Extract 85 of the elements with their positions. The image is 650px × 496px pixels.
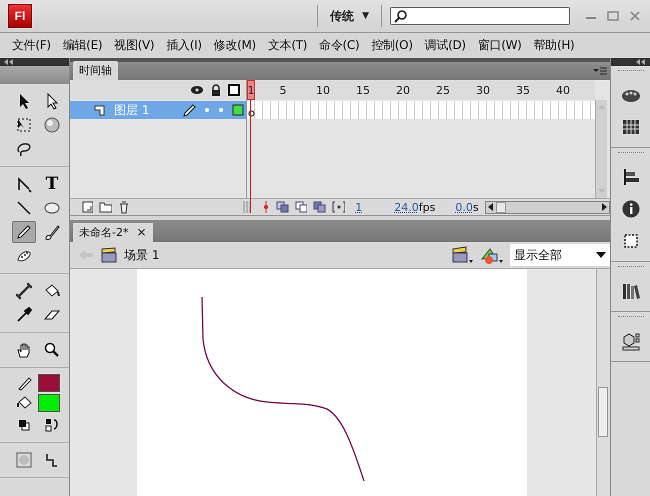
fill-color-swatch[interactable] bbox=[38, 394, 60, 412]
frame-number: 25 bbox=[436, 84, 450, 96]
edit-frames-icon[interactable] bbox=[313, 201, 326, 213]
scroll-thumb[interactable] bbox=[598, 387, 608, 437]
splitter-handle[interactable] bbox=[242, 201, 250, 213]
panel-header-bar bbox=[0, 66, 69, 84]
timeline-tab[interactable]: 时间轴 bbox=[73, 61, 118, 80]
brush-icon bbox=[43, 223, 61, 241]
frame-rate[interactable]: 24.0 bbox=[394, 200, 419, 214]
frame-number: 5 bbox=[280, 84, 286, 96]
dot-icon bbox=[204, 107, 210, 113]
onion-skin-icon[interactable] bbox=[276, 201, 289, 213]
menu-item[interactable]: 帮助(H) bbox=[534, 37, 574, 54]
search-field[interactable] bbox=[390, 7, 570, 25]
elapsed-time-unit: s bbox=[472, 200, 479, 214]
onion-outline-icon[interactable] bbox=[294, 201, 308, 213]
info-panel-icon[interactable] bbox=[620, 199, 640, 219]
lasso-icon bbox=[15, 140, 33, 158]
line-icon bbox=[15, 199, 33, 217]
frame-number: 15 bbox=[356, 84, 370, 96]
outline-color-icon bbox=[232, 104, 244, 116]
components-panel-icon[interactable] bbox=[620, 331, 640, 351]
pencil-icon bbox=[15, 223, 33, 241]
document-tab[interactable]: 未命名-2* × bbox=[73, 223, 153, 242]
scroll-left-icon[interactable] bbox=[486, 202, 496, 212]
object-drawing-icon bbox=[15, 451, 33, 469]
scrollbar[interactable] bbox=[484, 200, 610, 214]
center-frame-icon[interactable] bbox=[262, 201, 270, 213]
menu-item[interactable]: 命令(C) bbox=[319, 37, 360, 54]
frame-rate-unit: fps bbox=[418, 200, 436, 214]
outline-icon[interactable] bbox=[228, 84, 240, 96]
menu-item[interactable]: 修改(M) bbox=[214, 37, 256, 54]
menu-item[interactable]: 控制(O) bbox=[371, 37, 413, 54]
onion-markers-icon[interactable] bbox=[332, 201, 346, 213]
document-title: 未命名-2* bbox=[79, 225, 128, 240]
bone-icon bbox=[15, 282, 33, 300]
library-panel-icon[interactable] bbox=[620, 281, 640, 301]
frame-number: 20 bbox=[396, 84, 410, 96]
pencil-icon bbox=[182, 103, 196, 117]
clapperboard-icon bbox=[100, 247, 118, 263]
eyedropper-icon bbox=[15, 306, 33, 324]
lock-icon[interactable] bbox=[210, 84, 222, 96]
scrollbar[interactable] bbox=[596, 269, 610, 496]
frame-number: 40 bbox=[556, 84, 570, 96]
elapsed-time: 0.0 bbox=[455, 200, 473, 214]
menu-item[interactable]: 文件(F) bbox=[12, 37, 51, 54]
free-transform-icon bbox=[15, 116, 33, 134]
scroll-right-icon[interactable] bbox=[599, 202, 609, 212]
workspace-switcher[interactable]: 传统 ▼ bbox=[326, 8, 373, 24]
layer-name: 图层 1 bbox=[114, 102, 150, 118]
current-frame[interactable]: 1 bbox=[355, 200, 362, 214]
rotation-3d-icon bbox=[43, 116, 61, 134]
zoom-dropdown[interactable]: 显示全部 bbox=[510, 244, 610, 266]
panel-menu-icon[interactable] bbox=[593, 67, 607, 75]
playhead[interactable]: 1 bbox=[247, 80, 255, 100]
caret-icon bbox=[596, 252, 606, 258]
maximize-icon[interactable] bbox=[606, 9, 620, 23]
edit-scene-icon[interactable] bbox=[452, 246, 474, 264]
close-icon[interactable] bbox=[628, 9, 642, 23]
trash-icon[interactable] bbox=[118, 200, 129, 214]
menu-item[interactable]: 窗口(W) bbox=[478, 37, 522, 54]
stroke-color-swatch[interactable] bbox=[38, 374, 60, 392]
pencil-tool[interactable] bbox=[12, 221, 36, 243]
menu-item[interactable]: 调试(D) bbox=[424, 37, 466, 54]
swatches-panel-icon[interactable] bbox=[620, 117, 640, 137]
dot-icon bbox=[218, 107, 224, 113]
frame-number: 10 bbox=[316, 84, 330, 96]
app-logo: Fl bbox=[8, 4, 32, 28]
text-tool[interactable]: T bbox=[40, 173, 64, 195]
scene-name[interactable]: 场景 1 bbox=[124, 246, 160, 264]
menu-item[interactable]: 编辑(E) bbox=[62, 37, 102, 54]
frame-number: 35 bbox=[516, 84, 530, 96]
folder-icon[interactable] bbox=[99, 201, 112, 213]
zoom-icon bbox=[43, 341, 61, 359]
menu-item[interactable]: 视图(V) bbox=[114, 37, 154, 54]
layer-icon bbox=[94, 104, 106, 116]
pen-icon bbox=[15, 175, 33, 193]
scroll-thumb[interactable] bbox=[496, 202, 506, 212]
search-icon bbox=[394, 9, 408, 23]
new-layer-icon[interactable] bbox=[82, 201, 94, 213]
frame-number: 30 bbox=[476, 84, 490, 96]
close-tab-button[interactable]: × bbox=[136, 225, 147, 240]
menu-item[interactable]: 插入(I) bbox=[166, 37, 202, 54]
eye-icon[interactable] bbox=[190, 85, 204, 95]
menu-item[interactable]: 文本(T) bbox=[268, 37, 308, 54]
